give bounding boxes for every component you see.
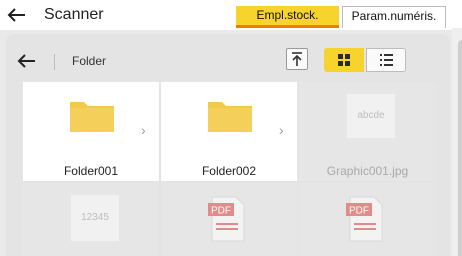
grid-item-graphic001: abcde Graphic001.jpg <box>299 82 436 181</box>
folder-bar: Folder <box>16 44 430 78</box>
grid-icon <box>338 54 350 66</box>
grid-item-folder002[interactable]: › Folder002 <box>161 82 297 181</box>
current-folder-label: Folder <box>72 54 107 68</box>
chevron-right-icon: › <box>141 122 146 138</box>
svg-text:PDF: PDF <box>349 206 369 217</box>
folder-bar-divider <box>54 54 55 70</box>
image-thumbnail: abcde <box>347 94 395 138</box>
file-grid: › Folder001 › Folder002 abcde Graphic001… <box>23 82 436 256</box>
grid-item-pdf: PDF <box>161 183 297 256</box>
svg-text:PDF: PDF <box>211 206 231 217</box>
grid-view-button[interactable] <box>324 48 364 72</box>
side-panel-edge <box>458 40 462 256</box>
chevron-right-icon: › <box>279 122 284 138</box>
folder-icon <box>208 102 252 132</box>
tab-storage[interactable]: Empl.stock. <box>236 6 339 28</box>
tab-scan-settings[interactable]: Param.numéris. <box>342 6 446 28</box>
item-name: Graphic001.jpg <box>326 164 409 178</box>
item-name: Folder002 <box>201 164 257 178</box>
pdf-file-icon: PDF <box>208 196 245 242</box>
top-bar: Scanner Empl.stock. Param.numéris. <box>0 0 462 30</box>
folder-back-icon[interactable] <box>16 50 38 72</box>
list-view-button[interactable] <box>366 48 406 72</box>
pdf-file-icon: PDF <box>346 196 383 242</box>
back-arrow-icon[interactable] <box>6 4 28 26</box>
folder-icon <box>70 102 114 132</box>
grid-item-image: 12345 <box>23 183 159 256</box>
item-name: Folder001 <box>63 164 119 178</box>
arrow-up-to-line-icon <box>292 52 302 66</box>
app-title: Scanner <box>44 6 104 23</box>
image-thumbnail: 12345 <box>71 195 119 241</box>
grid-item-pdf: PDF <box>299 183 436 256</box>
upload-button[interactable] <box>286 48 308 70</box>
list-icon <box>380 54 393 66</box>
grid-item-folder001[interactable]: › Folder001 <box>23 82 159 181</box>
